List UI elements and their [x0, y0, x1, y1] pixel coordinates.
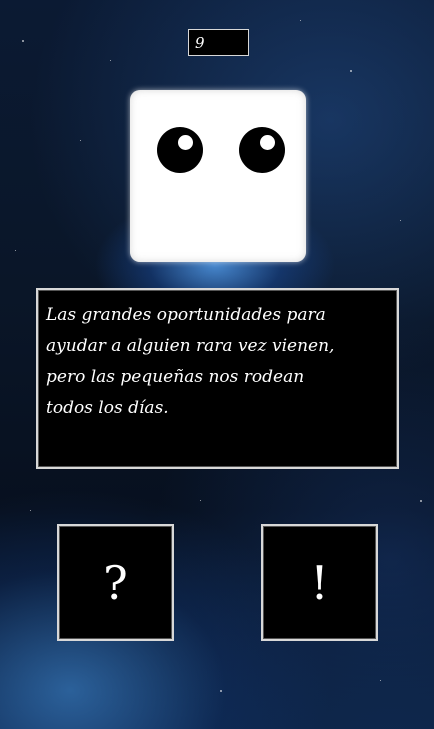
eye-highlight [178, 135, 193, 150]
left-eye [157, 127, 203, 173]
star [380, 680, 381, 681]
dialog-box: Las grandes oportunidades para ayudar a … [36, 288, 399, 469]
dialog-text: Las grandes oportunidades para ayudar a … [46, 305, 335, 418]
star [350, 70, 352, 72]
counter-display: 9 [188, 29, 249, 56]
star [400, 220, 401, 221]
star [110, 60, 111, 61]
star [300, 20, 301, 21]
exclaim-button[interactable]: ! [261, 524, 378, 641]
character-block [130, 90, 306, 262]
question-button[interactable]: ? [57, 524, 174, 641]
star [420, 500, 422, 502]
star [15, 250, 16, 251]
star [30, 510, 31, 511]
star [80, 140, 81, 141]
right-eye [239, 127, 285, 173]
star [22, 40, 24, 42]
star [220, 690, 222, 692]
game-screen: 9 Las grandes oportunidades para ayudar … [0, 0, 434, 729]
eye-highlight [260, 135, 275, 150]
star [200, 500, 201, 501]
